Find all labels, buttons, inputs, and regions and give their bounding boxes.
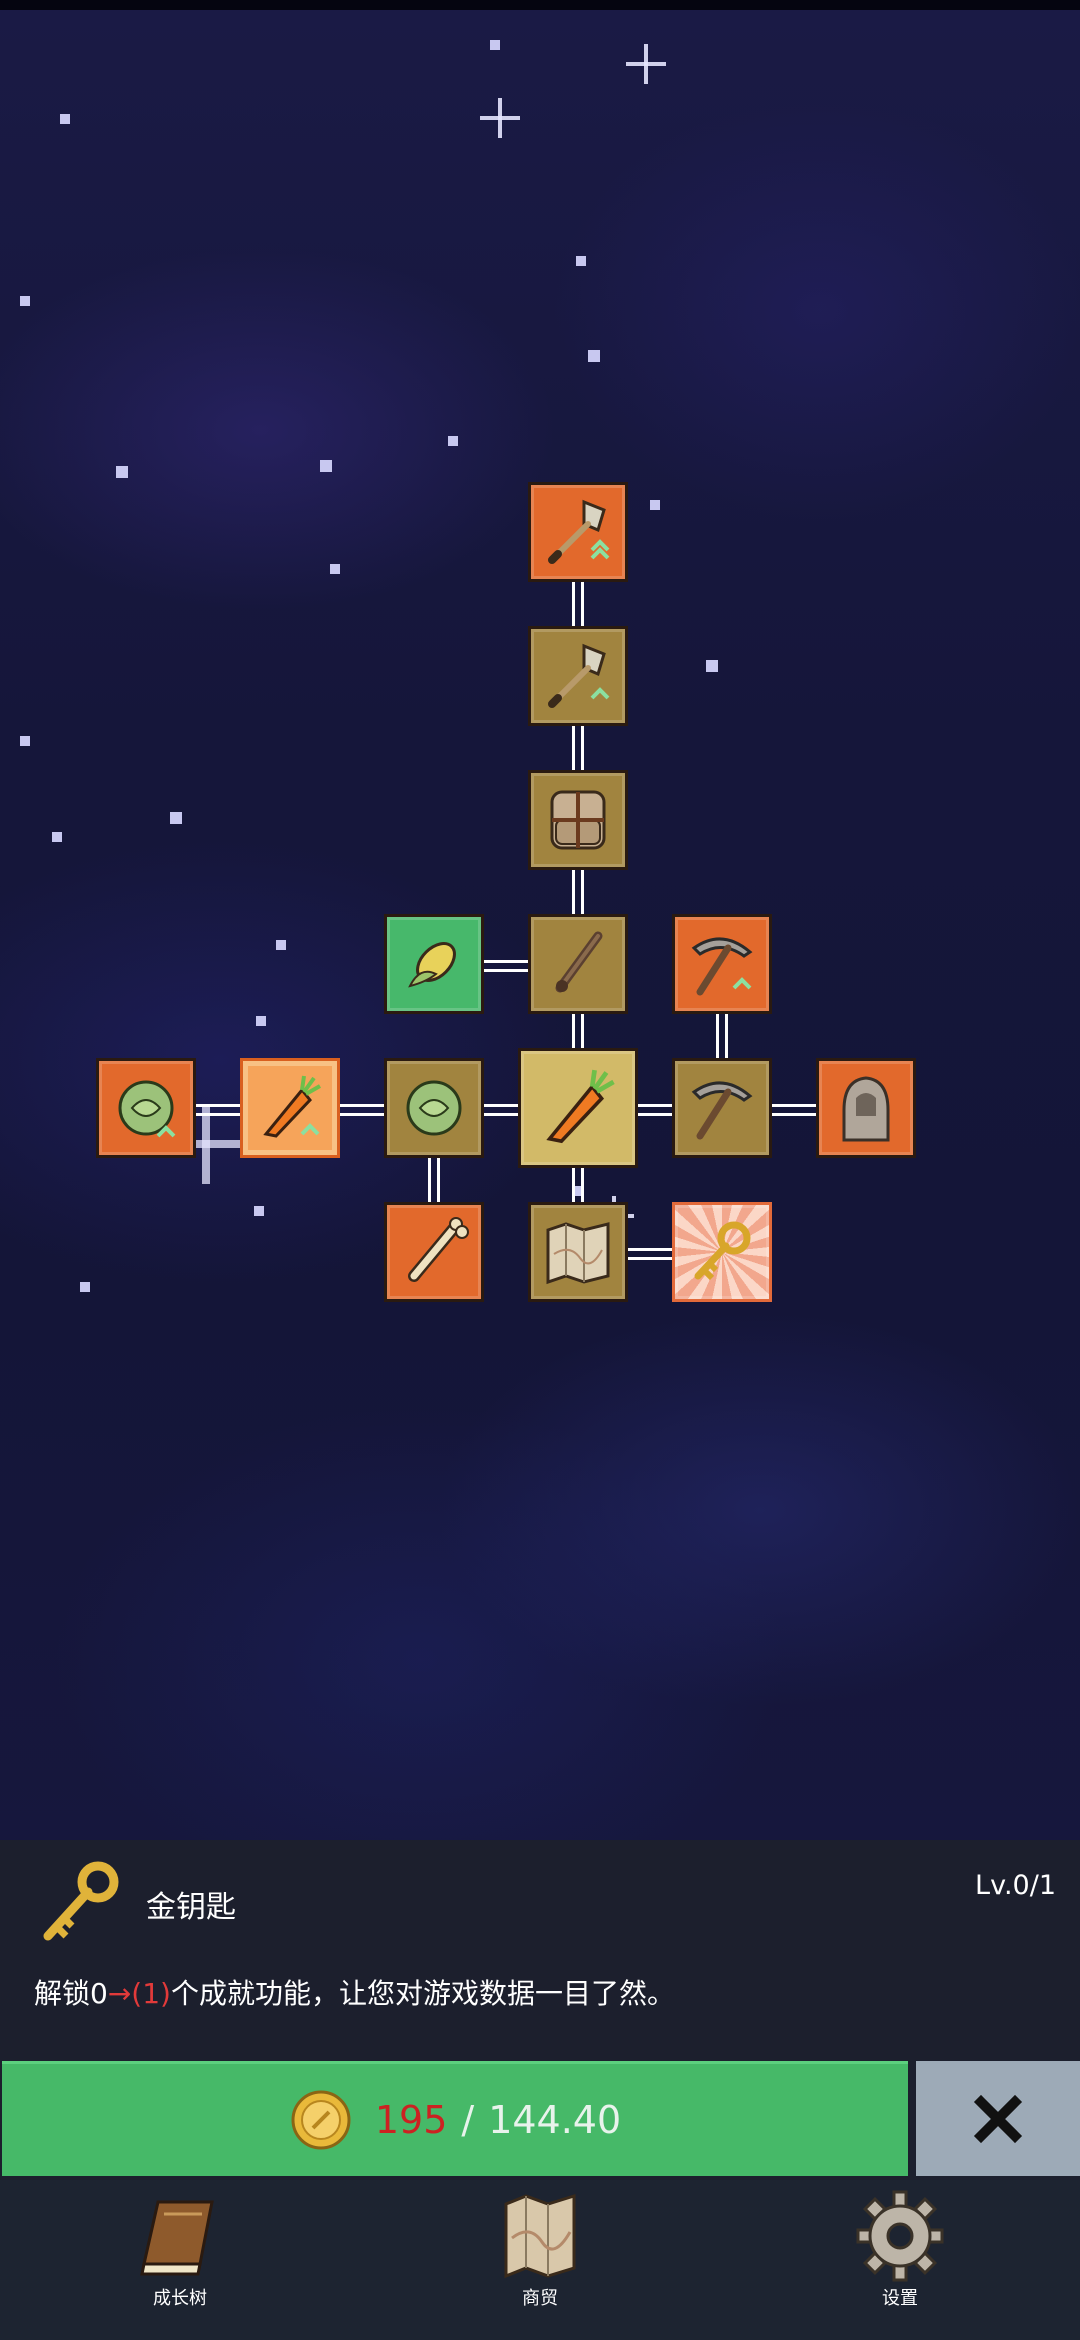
nav-label-growth-tree: 成长树 xyxy=(153,2288,207,2309)
tree-connector xyxy=(482,960,530,972)
cost-separator: / xyxy=(461,2098,475,2142)
cabbage-icon xyxy=(406,1080,462,1136)
skill-node-backpack[interactable] xyxy=(528,770,628,870)
skill-node-carrot-root[interactable] xyxy=(518,1048,638,1168)
nav-label-trade: 商贸 xyxy=(522,2288,558,2309)
pickaxe-icon xyxy=(691,1081,753,1140)
tree-connector xyxy=(770,1104,818,1116)
skill-node-cabbage-upgrade[interactable] xyxy=(96,1058,196,1158)
tree-connector xyxy=(572,582,584,630)
bottom-navigation: 成长树 商贸 设置 xyxy=(0,2180,1080,2340)
tree-connector xyxy=(626,1248,674,1260)
book-icon xyxy=(140,2200,214,2276)
description-next-value: (1) xyxy=(131,1977,171,2010)
skill-tree xyxy=(0,0,1080,1400)
tree-connector xyxy=(716,1014,728,1062)
coin-balance: 144.40 xyxy=(488,2098,622,2142)
description-arrow: → xyxy=(107,1977,132,2010)
tree-connector xyxy=(572,1014,584,1050)
description-suffix: 个成就功能，让您对游戏数据一目了然。 xyxy=(170,1977,675,2010)
nav-item-growth-tree[interactable]: 成长树 xyxy=(90,2188,270,2338)
map-icon xyxy=(546,1222,610,1285)
tree-connector xyxy=(638,1104,674,1116)
gear-icon xyxy=(856,2190,944,2282)
nav-label-settings: 设置 xyxy=(882,2288,918,2309)
skill-node-carrot-upgrade[interactable] xyxy=(240,1058,340,1158)
golden-key-icon xyxy=(43,1861,119,1941)
gold-coin-icon xyxy=(291,2090,351,2150)
carrot-icon xyxy=(546,1069,615,1144)
skill-node-pickaxe[interactable] xyxy=(672,1058,772,1158)
close-button[interactable] xyxy=(916,2061,1080,2176)
skill-node-corn[interactable] xyxy=(384,914,484,1014)
item-description: 解锁0→(1)个成就功能，让您对游戏数据一目了然。 xyxy=(34,1972,675,2012)
tree-connector xyxy=(482,1104,520,1116)
tree-connector xyxy=(194,1104,242,1116)
golden-key-icon xyxy=(694,1221,751,1281)
item-name: 金钥匙 xyxy=(146,1890,236,1925)
map-icon xyxy=(504,2193,576,2279)
skill-node-shovel-upgrade[interactable] xyxy=(528,482,628,582)
upgrade-purchase-button[interactable]: 195 / 144.40 xyxy=(2,2061,908,2176)
skill-node-pickaxe-upgrade[interactable] xyxy=(672,914,772,1014)
tree-connector xyxy=(338,1104,386,1116)
tree-connector xyxy=(572,726,584,774)
bone-icon xyxy=(408,1217,469,1282)
skill-node-bone[interactable] xyxy=(384,1202,484,1302)
stick-icon xyxy=(555,931,603,993)
tree-connector xyxy=(428,1158,440,1206)
shovel-icon xyxy=(548,499,610,564)
skill-node-shovel[interactable] xyxy=(528,626,628,726)
tree-connector xyxy=(572,1166,584,1206)
carrot-icon xyxy=(263,1075,321,1138)
nav-item-trade[interactable]: 商贸 xyxy=(450,2188,630,2338)
skill-node-cabbage[interactable] xyxy=(384,1058,484,1158)
skill-node-golden-key[interactable] xyxy=(672,1202,772,1302)
pickaxe-icon xyxy=(691,937,753,996)
corn-icon xyxy=(408,942,456,988)
close-x-icon xyxy=(973,2094,1023,2143)
description-prefix: 解锁0 xyxy=(34,1977,108,2010)
tree-connector xyxy=(572,870,584,918)
hooded-statue-icon xyxy=(842,1076,890,1142)
skill-node-stick[interactable] xyxy=(528,914,628,1014)
skill-node-statue[interactable] xyxy=(816,1058,916,1158)
upgrade-cost: 195 xyxy=(374,2098,448,2142)
shovel-icon xyxy=(548,643,610,708)
skill-node-map[interactable] xyxy=(528,1202,628,1302)
item-level: Lv.0/1 xyxy=(975,1870,1056,1901)
cabbage-icon xyxy=(118,1080,176,1138)
backpack-icon xyxy=(550,790,606,850)
nav-item-settings[interactable]: 设置 xyxy=(810,2188,990,2338)
